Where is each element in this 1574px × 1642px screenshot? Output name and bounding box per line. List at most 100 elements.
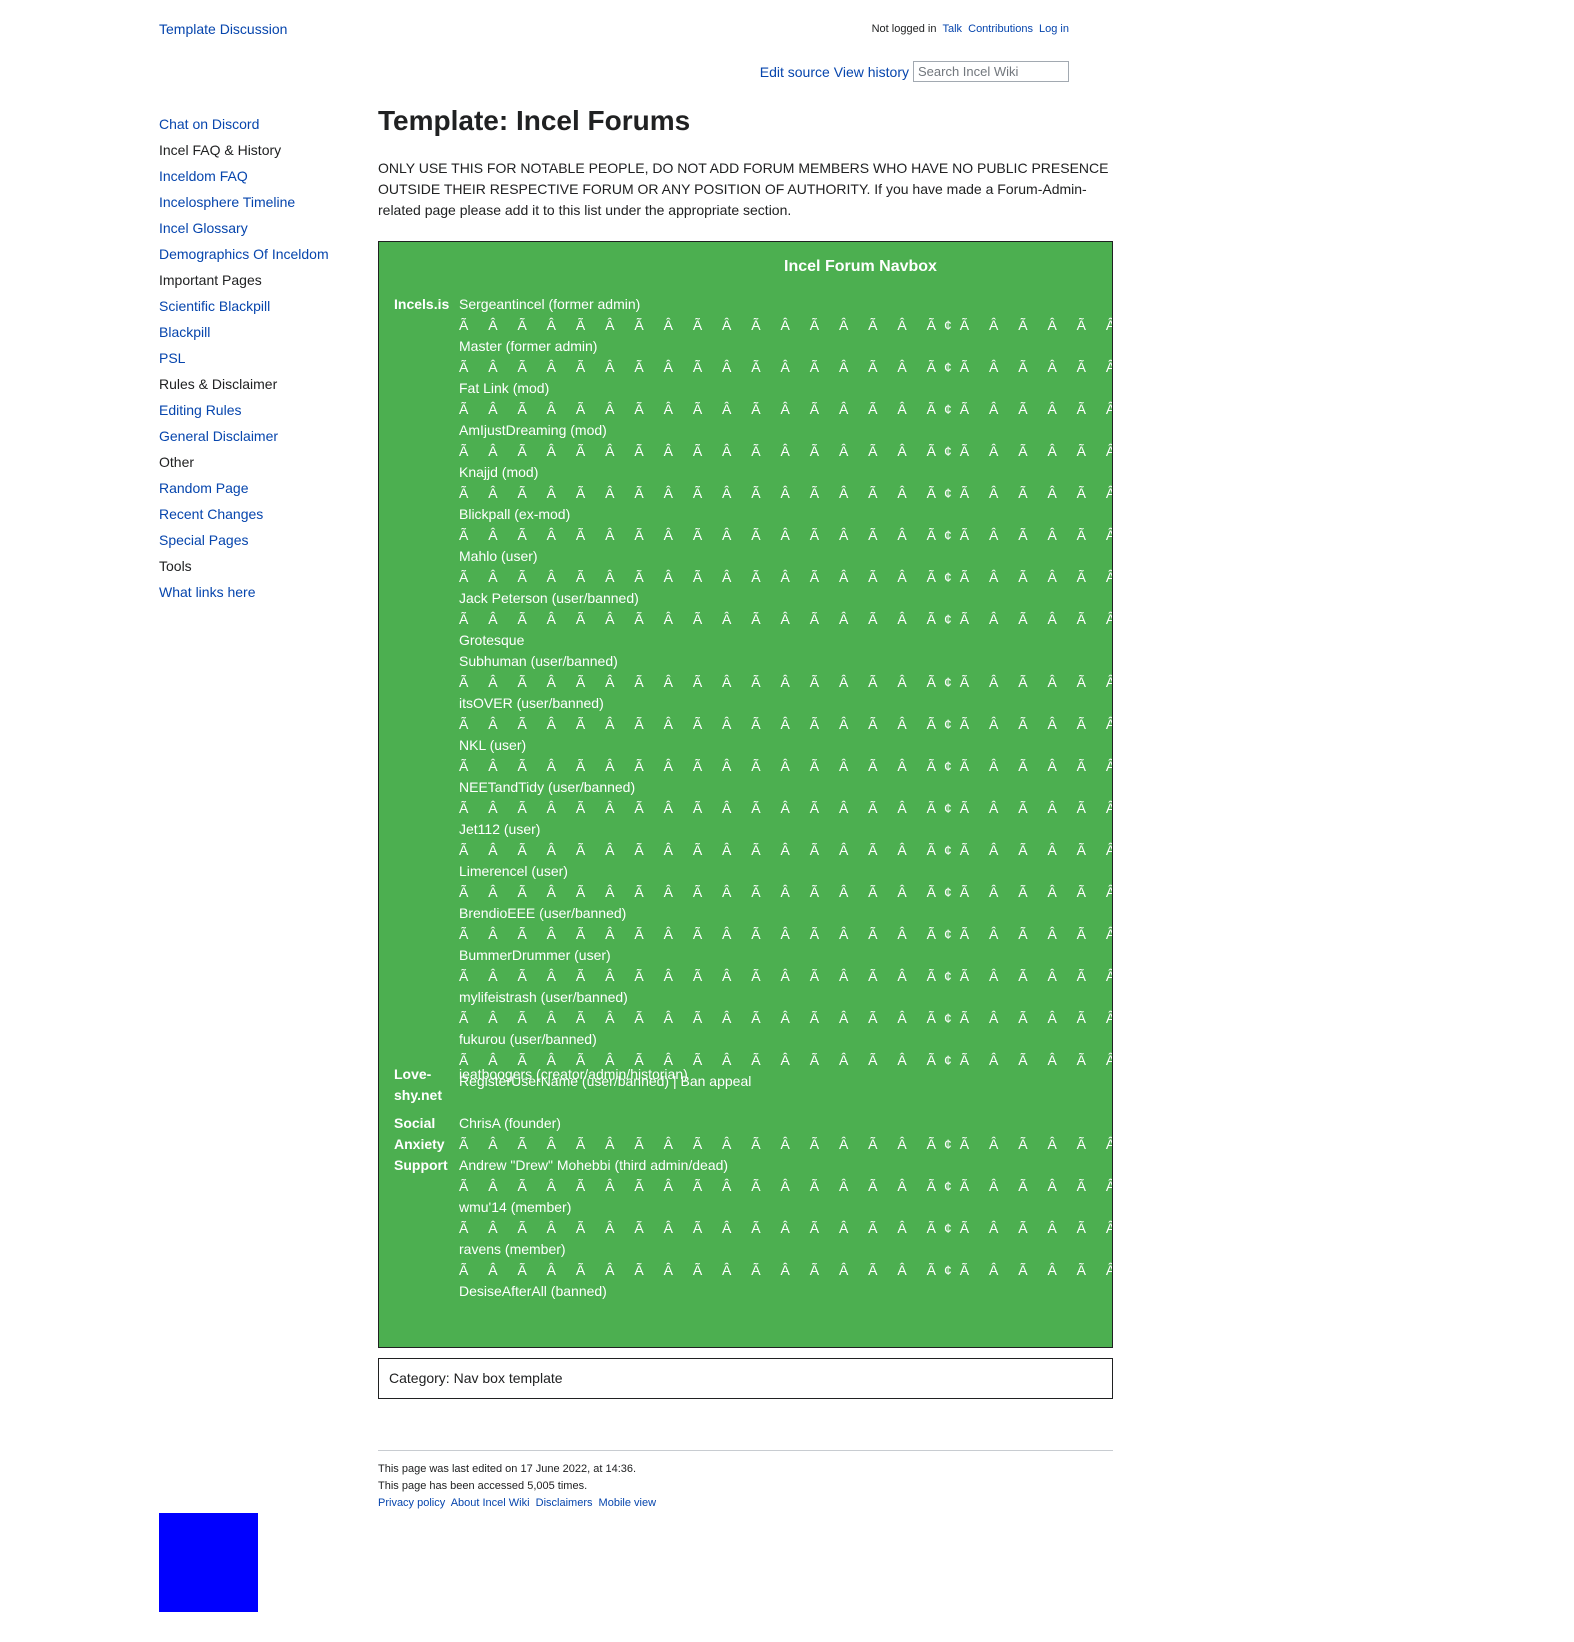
- about-link[interactable]: About Incel Wiki: [451, 1497, 530, 1509]
- login-link[interactable]: Log in: [1039, 23, 1069, 35]
- navbox-entry[interactable]: Blickpall (ex-mod): [459, 504, 1112, 525]
- navbox-separator: Ã Â Ã Â Ã Â Ã Â Ã Â Ã Â Ã Â Ã Â Ã¢Ã Â Ã …: [459, 1220, 1112, 1236]
- navbox-separator: Ã Â Ã Â Ã Â Ã Â Ã Â Ã Â Ã Â Ã Â Ã¢Ã Â Ã …: [459, 317, 1112, 333]
- sidebar-item[interactable]: What links here: [159, 584, 359, 610]
- navbox-entry[interactable]: Fat Link (mod): [459, 378, 1112, 399]
- navbox-list: Sergeantincel (former admin) Ã Â Ã Â Ã Â …: [459, 294, 1112, 1092]
- navbox-separator: Ã Â Ã Â Ã Â Ã Â Ã Â Ã Â Ã Â Ã Â Ã¢Ã Â Ã …: [459, 527, 1112, 543]
- search-input[interactable]: [913, 61, 1069, 82]
- sidebar-item[interactable]: Editing Rules: [159, 402, 359, 428]
- contributions-link[interactable]: Contributions: [968, 23, 1033, 35]
- navbox-entry[interactable]: ravens (member): [459, 1239, 1112, 1260]
- navbox-separator: Ã Â Ã Â Ã Â Ã Â Ã Â Ã Â Ã Â Ã Â Ã¢Ã Â Ã …: [459, 443, 1112, 459]
- navbox-entry[interactable]: Grotesque: [459, 630, 1112, 651]
- navbox-row: Love-shy.net ieatboogers (creator/admin/h…: [379, 1064, 1112, 1106]
- view-history-link[interactable]: View history: [834, 64, 909, 80]
- navbox-entry[interactable]: wmu'14 (member): [459, 1197, 1112, 1218]
- navbox-entry[interactable]: Jet112 (user): [459, 819, 1112, 840]
- navbox-separator: Ã Â Ã Â Ã Â Ã Â Ã Â Ã Â Ã Â Ã Â Ã¢Ã Â Ã …: [459, 611, 1112, 627]
- navbox-separator: Ã Â Ã Â Ã Â Ã Â Ã Â Ã Â Ã Â Ã Â Ã¢Ã Â Ã …: [459, 674, 1112, 690]
- navbox-separator: Ã Â Ã Â Ã Â Ã Â Ã Â Ã Â Ã Â Ã Â Ã¢Ã Â Ã …: [459, 485, 1112, 501]
- navbox-entry[interactable]: Master (former admin): [459, 336, 1112, 357]
- sidebar-item[interactable]: Incelosphere Timeline: [159, 194, 359, 220]
- sidebar-item[interactable]: General Disclaimer: [159, 428, 359, 454]
- personal-tools: Not logged in Talk Contributions Log in: [872, 23, 1069, 35]
- navbox-entry[interactable]: Andrew "Drew" Mohebbi (third admin/dead): [459, 1155, 1112, 1176]
- page-title: Template: Incel Forums: [378, 105, 691, 136]
- navbox-entry[interactable]: Limerencel (user): [459, 861, 1112, 882]
- navbox-separator: Ã Â Ã Â Ã Â Ã Â Ã Â Ã Â Ã Â Ã Â Ã¢Ã Â Ã …: [459, 569, 1112, 585]
- navbox-entry[interactable]: BrendioEEE (user/banned): [459, 903, 1112, 924]
- sidebar-item[interactable]: Incel Glossary: [159, 220, 359, 246]
- navbox-separator: Ã Â Ã Â Ã Â Ã Â Ã Â Ã Â Ã Â Ã Â Ã¢Ã Â Ã …: [459, 1178, 1112, 1194]
- navbox-list: ieatboogers (creator/admin/historian): [459, 1064, 1112, 1085]
- login-status: Not logged in: [871, 23, 937, 35]
- navbox-entry[interactable]: Sergeantincel (former admin): [459, 294, 1112, 315]
- navbox-entry[interactable]: fukurou (user/banned): [459, 1029, 1112, 1050]
- privacy-policy-link[interactable]: Privacy policy: [378, 1497, 445, 1509]
- navbox-separator: Ã Â Ã Â Ã Â Ã Â Ã Â Ã Â Ã Â Ã Â Ã¢Ã Â Ã …: [459, 1136, 1112, 1152]
- sidebar-heading: Other: [159, 454, 195, 470]
- sidebar-item[interactable]: Recent Changes: [159, 506, 359, 532]
- navbox-title: Incel Forum Navbox: [784, 258, 937, 275]
- navbox-entry[interactable]: NEETandTidy (user/banned): [459, 777, 1112, 798]
- footer: This page was last edited on 17 June 202…: [378, 1450, 1113, 1512]
- navbox-row: Incels.is Sergeantincel (former admin) Ã Â…: [379, 294, 1112, 1092]
- navbox-entry[interactable]: itsOVER (user/banned): [459, 693, 1112, 714]
- navbox-entry[interactable]: mylifeistrash (user/banned): [459, 987, 1112, 1008]
- sidebar-item[interactable]: Chat on Discord: [159, 116, 359, 142]
- navbox-group-name[interactable]: Love-shy.net: [394, 1064, 454, 1106]
- sidebar-heading: Tools: [159, 558, 192, 574]
- navbox-entry[interactable]: NKL (user): [459, 735, 1112, 756]
- last-edited: This page was last edited on 17 June 202…: [378, 1463, 637, 1475]
- navbox-entry[interactable]: Mahlo (user): [459, 546, 1112, 567]
- sidebar-item[interactable]: Scientific Blackpill: [159, 298, 359, 324]
- navbox-entry[interactable]: ChrisA (founder): [459, 1113, 1112, 1134]
- navbox-separator: Ã Â Ã Â Ã Â Ã Â Ã Â Ã Â Ã Â Ã Â Ã¢Ã Â Ã …: [459, 926, 1112, 942]
- talk-link[interactable]: Talk: [943, 23, 963, 35]
- sidebar-heading: Rules & Disclaimer: [159, 376, 278, 392]
- navbox-entry[interactable]: Subhuman (user/banned): [459, 651, 1112, 672]
- navbox-entry[interactable]: Jack Peterson (user/banned): [459, 588, 1112, 609]
- tab-template[interactable]: Template: [159, 21, 216, 37]
- navbox-separator: Ã Â Ã Â Ã Â Ã Â Ã Â Ã Â Ã Â Ã Â Ã¢Ã Â Ã …: [459, 359, 1112, 375]
- navbox-entry[interactable]: AmIjustDreaming (mod): [459, 420, 1112, 441]
- navbox-separator: Ã Â Ã Â Ã Â Ã Â Ã Â Ã Â Ã Â Ã Â Ã¢Ã Â Ã …: [459, 800, 1112, 816]
- sidebar-heading: Incel FAQ & History: [159, 142, 282, 158]
- navbox-entry[interactable]: Knajjd (mod): [459, 462, 1112, 483]
- main-content: Template: Incel Forums ONLY USE THIS FOR…: [378, 103, 1113, 1399]
- page-actions: Edit source View history: [756, 61, 1069, 82]
- navbox-entry[interactable]: DesiseAfterAll (banned): [459, 1281, 1112, 1302]
- navbox-separator: Ã Â Ã Â Ã Â Ã Â Ã Â Ã Â Ã Â Ã Â Ã¢Ã Â Ã …: [459, 758, 1112, 774]
- sidebar-item[interactable]: Demographics Of Inceldom: [159, 246, 359, 272]
- sidebar-item[interactable]: Inceldom FAQ: [159, 168, 359, 194]
- category-link[interactable]: Category: Nav box template: [389, 1370, 563, 1386]
- category-box: Category: Nav box template: [378, 1358, 1113, 1399]
- sidebar-item[interactable]: PSL: [159, 350, 359, 376]
- sidebar-item[interactable]: Blackpill: [159, 324, 359, 350]
- mobile-view-link[interactable]: Mobile view: [599, 1497, 656, 1509]
- navbox-separator: Ã Â Ã Â Ã Â Ã Â Ã Â Ã Â Ã Â Ã Â Ã¢Ã Â Ã …: [459, 401, 1112, 417]
- intro-text: ONLY USE THIS FOR NOTABLE PEOPLE, DO NOT…: [378, 160, 1109, 218]
- disclaimers-link[interactable]: Disclaimers: [536, 1497, 593, 1509]
- sidebar: Chat on Discord Incel FAQ & History Inceld…: [159, 116, 359, 610]
- navbox-row: Social Anxiety Support ChrisA (founder) Ã …: [379, 1113, 1112, 1302]
- sidebar-heading: Important Pages: [159, 272, 262, 288]
- navbox-entry[interactable]: BummerDrummer (user): [459, 945, 1112, 966]
- navbox-separator: Ã Â Ã Â Ã Â Ã Â Ã Â Ã Â Ã Â Ã Â Ã¢Ã Â Ã …: [459, 968, 1112, 984]
- sidebar-item[interactable]: Random Page: [159, 480, 359, 506]
- footer-links: Privacy policy About Incel Wiki Disclaim…: [378, 1495, 1113, 1512]
- access-count: This page has been accessed 5,005 times.: [378, 1480, 588, 1492]
- navbox-separator: Ã Â Ã Â Ã Â Ã Â Ã Â Ã Â Ã Â Ã Â Ã¢Ã Â Ã …: [459, 1262, 1112, 1278]
- navbox-separator: Ã Â Ã Â Ã Â Ã Â Ã Â Ã Â Ã Â Ã Â Ã¢Ã Â Ã …: [459, 716, 1112, 732]
- navbox-separator: Ã Â Ã Â Ã Â Ã Â Ã Â Ã Â Ã Â Ã Â Ã¢Ã Â Ã …: [459, 1010, 1112, 1026]
- edit-source-link[interactable]: Edit source: [760, 64, 830, 80]
- tab-discussion[interactable]: Discussion: [220, 21, 288, 37]
- navbox-entry[interactable]: ieatboogers (creator/admin/historian): [459, 1064, 1112, 1085]
- blue-square: [159, 1513, 258, 1612]
- navbox-separator: Ã Â Ã Â Ã Â Ã Â Ã Â Ã Â Ã Â Ã Â Ã¢Ã Â Ã …: [459, 884, 1112, 900]
- namespace-tabs: Template Discussion: [159, 21, 287, 37]
- navbox-group-name[interactable]: Social Anxiety Support: [394, 1113, 454, 1176]
- navbox-group-name[interactable]: Incels.is: [394, 294, 454, 315]
- sidebar-item[interactable]: Special Pages: [159, 532, 359, 558]
